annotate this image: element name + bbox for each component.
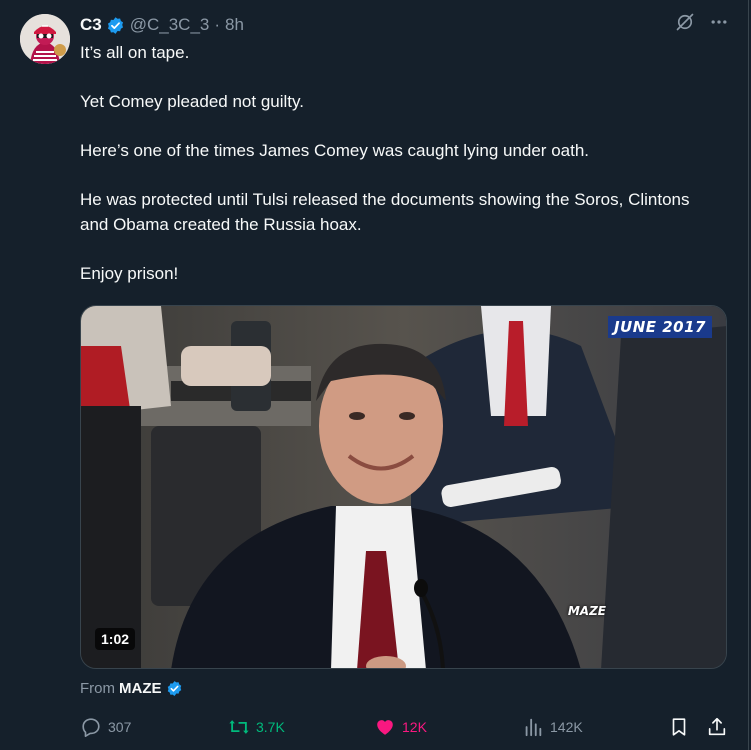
grok-icon[interactable] [675, 12, 695, 32]
post-text: It’s all on tape. Yet Comey pleaded not … [80, 40, 720, 310]
views-count: 142K [550, 719, 583, 735]
views-button[interactable]: 142K [522, 716, 583, 738]
post-paragraph: Yet Comey pleaded not guilty. [80, 92, 304, 111]
avatar-image [20, 14, 70, 64]
date-overlay: JUNE 2017 [607, 316, 712, 338]
share-button[interactable] [706, 716, 728, 738]
author-name[interactable]: C3 [80, 15, 102, 35]
video-player[interactable]: JUNE 2017 MAZE 1:02 [80, 305, 727, 669]
bookmark-icon [672, 718, 686, 736]
repost-icon [229, 720, 249, 734]
video-duration: 1:02 [95, 628, 136, 650]
post-paragraph: Enjoy prison! [80, 264, 179, 283]
share-icon [708, 717, 726, 736]
author-handle[interactable]: @C_3C_3 [130, 15, 210, 35]
post-time[interactable]: 8h [225, 15, 244, 35]
verified-badge-icon [106, 16, 125, 35]
avatar[interactable] [20, 14, 70, 64]
like-button[interactable]: 12K [374, 716, 427, 738]
reply-button[interactable]: 307 [80, 716, 131, 738]
source-name[interactable]: MAZE [119, 680, 162, 697]
media-source: From MAZE [80, 680, 188, 697]
like-count: 12K [402, 719, 427, 735]
post-paragraph: It’s all on tape. [80, 43, 190, 62]
verified-badge-icon [166, 680, 183, 697]
views-icon [525, 718, 542, 737]
post-paragraph: He was protected until Tulsi released th… [80, 190, 690, 234]
video-frame [81, 306, 726, 668]
source-prefix: From [80, 680, 115, 697]
action-bar: 307 3.7K 12K 142K [80, 716, 728, 742]
repost-button[interactable]: 3.7K [228, 716, 285, 738]
repost-count: 3.7K [256, 719, 285, 735]
maze-watermark: MAZE [567, 604, 606, 618]
bookmark-button[interactable] [668, 716, 690, 738]
post-paragraph: Here’s one of the times James Comey was … [80, 141, 590, 160]
separator-dot: · [214, 15, 221, 34]
reply-count: 307 [108, 719, 132, 735]
post-header: C3 @C_3C_3 · 8h [80, 13, 244, 37]
heart-icon [377, 720, 393, 735]
reply-icon [82, 718, 100, 737]
more-icon[interactable] [709, 12, 729, 32]
post-top-actions [675, 12, 729, 32]
column-border [748, 0, 749, 750]
